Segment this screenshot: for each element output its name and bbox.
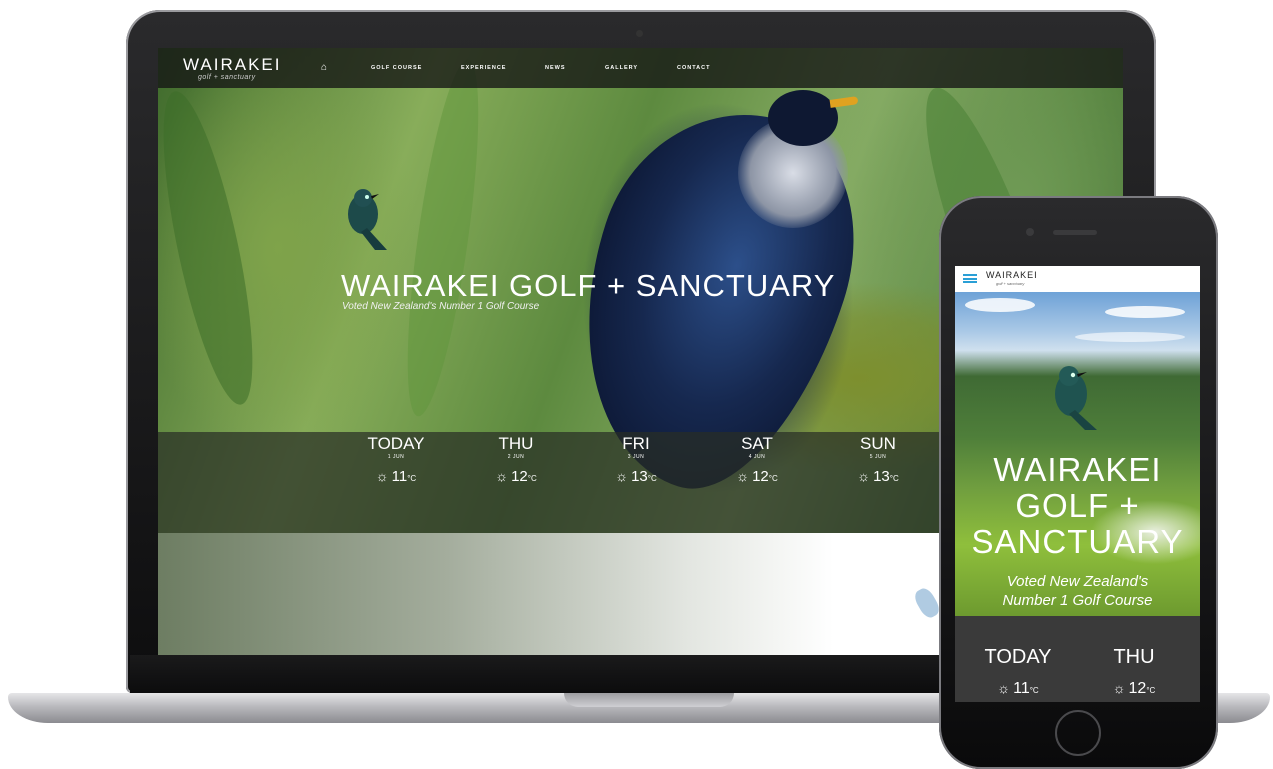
forecast-temp: ☼ 12°C: [1084, 680, 1184, 698]
title-line: GOLF +: [1015, 487, 1140, 524]
sun-icon: ☼: [736, 468, 750, 484]
temp-unit: °C: [1146, 686, 1156, 695]
mobile-navbar: WAIRAKEI golf + sanctuary: [955, 266, 1200, 292]
forecast-day-name: THU: [1113, 646, 1155, 668]
phone-home-button[interactable]: [1055, 710, 1101, 756]
tui-bird-icon: [1055, 366, 1097, 430]
mobile-site-logo[interactable]: WAIRAKEI: [986, 270, 1038, 280]
sun-icon: ☼: [857, 468, 871, 484]
new-zealand-map-shape: [911, 585, 943, 621]
forecast-day-date: 1 JUN: [387, 454, 405, 460]
top-navbar: WAIRAKEI golf + sanctuary ⌂ GOLF COURSE …: [158, 48, 1123, 88]
forecast-temp-value: 12: [511, 468, 528, 485]
temp-unit: °C: [647, 474, 657, 483]
nav-contact[interactable]: CONTACT: [677, 65, 710, 71]
title-line: SANCTUARY: [971, 523, 1184, 560]
forecast-day-date: 2 JUN: [507, 454, 525, 460]
forecast-temp: ☼ 11°C: [356, 468, 436, 490]
sun-icon: ☼: [375, 468, 389, 484]
mobile-site-logo-tagline: golf + sanctuary: [996, 281, 1025, 286]
mobile-website-screen: WAIRAKEI golf + sanctuary WAIRAKEI GOLF …: [955, 266, 1200, 702]
forecast-temp-value: 12: [752, 468, 769, 485]
forecast-day: FRI 3 JUN ☼ 13°C: [596, 434, 676, 490]
temp-unit: °C: [527, 474, 537, 483]
forecast-temp: ☼ 11°C: [968, 680, 1068, 698]
cloud-shape: [1075, 332, 1185, 342]
forecast-temp-value: 12: [1128, 680, 1147, 697]
nav-gallery[interactable]: GALLERY: [605, 65, 638, 71]
mobile-weather-forecast: TODAY ☼ 11°C THU ☼ 12°C: [955, 616, 1200, 702]
laptop-camera: [636, 30, 643, 37]
mobile-hero-subtitle: Voted New Zealand's Number 1 Golf Course: [955, 572, 1200, 610]
forecast-temp: ☼ 13°C: [596, 468, 676, 490]
sun-icon: ☼: [495, 468, 509, 484]
forecast-day-date: 4 JUN: [748, 454, 766, 460]
forecast-temp: ☼ 12°C: [717, 468, 797, 490]
temp-unit: °C: [889, 474, 899, 483]
tui-bird-beak: [829, 96, 859, 108]
forecast-day-name: TODAY: [367, 434, 425, 453]
nav-golf-course[interactable]: GOLF COURSE: [371, 65, 422, 71]
leaf-shape: [158, 85, 271, 411]
forecast-day: THU ☼ 12°C: [1084, 646, 1184, 698]
forecast-temp: ☼ 12°C: [476, 468, 556, 490]
forecast-day: TODAY 1 JUN ☼ 11°C: [356, 434, 436, 490]
hamburger-menu-icon[interactable]: [963, 274, 977, 283]
mobile-hero-title: WAIRAKEI GOLF + SANCTUARY: [955, 452, 1200, 560]
forecast-day-date: 3 JUN: [627, 454, 645, 460]
tui-bird-head: [768, 90, 838, 146]
forecast-day-name: SUN: [860, 434, 896, 453]
subtitle-line: Voted New Zealand's: [1006, 573, 1149, 590]
cloud-shape: [1105, 306, 1185, 318]
forecast-day-date: 5 JUN: [869, 454, 887, 460]
temp-unit: °C: [768, 474, 778, 483]
forecast-day-name: FRI: [622, 434, 650, 453]
sun-icon: ☼: [997, 680, 1011, 696]
forecast-temp-value: 11: [391, 468, 408, 485]
phone-camera: [1026, 228, 1034, 236]
forecast-day-name: TODAY: [984, 646, 1052, 668]
nav-news[interactable]: NEWS: [545, 65, 566, 71]
tui-bird-icon: [348, 189, 387, 250]
home-icon[interactable]: ⌂: [321, 62, 327, 73]
forecast-day: SAT 4 JUN ☼ 12°C: [717, 434, 797, 490]
subtitle-line: Number 1 Golf Course: [1002, 592, 1153, 609]
temp-unit: °C: [407, 474, 417, 483]
title-line: WAIRAKEI: [993, 451, 1162, 488]
laptop-opening-notch: [564, 693, 734, 707]
temp-unit: °C: [1029, 686, 1039, 695]
forecast-temp-value: 11: [1013, 680, 1030, 697]
nav-experience[interactable]: EXPERIENCE: [461, 65, 506, 71]
forecast-day-name: THU: [498, 434, 534, 453]
mobile-hero-image: WAIRAKEI GOLF + SANCTUARY Voted New Zeal…: [955, 292, 1200, 616]
forecast-temp: ☼ 13°C: [838, 468, 918, 490]
site-logo-tagline: golf + sanctuary: [198, 74, 256, 81]
hero-title: WAIRAKEI GOLF + SANCTUARY: [341, 268, 836, 303]
forecast-day: TODAY ☼ 11°C: [968, 646, 1068, 698]
cloud-shape: [965, 298, 1035, 312]
phone-speaker: [1053, 230, 1097, 235]
forecast-day-name: SAT: [741, 434, 773, 453]
forecast-day: THU 2 JUN ☼ 12°C: [476, 434, 556, 490]
forecast-temp-value: 13: [873, 468, 890, 485]
forecast-temp-value: 13: [631, 468, 648, 485]
forecast-day: SUN 5 JUN ☼ 13°C: [838, 434, 918, 490]
sun-icon: ☼: [1112, 680, 1126, 696]
site-logo[interactable]: WAIRAKEI: [183, 55, 282, 75]
leaf-shape: [393, 56, 493, 420]
hero-subtitle: Voted New Zealand's Number 1 Golf Course: [342, 301, 540, 312]
sun-icon: ☼: [615, 468, 629, 484]
